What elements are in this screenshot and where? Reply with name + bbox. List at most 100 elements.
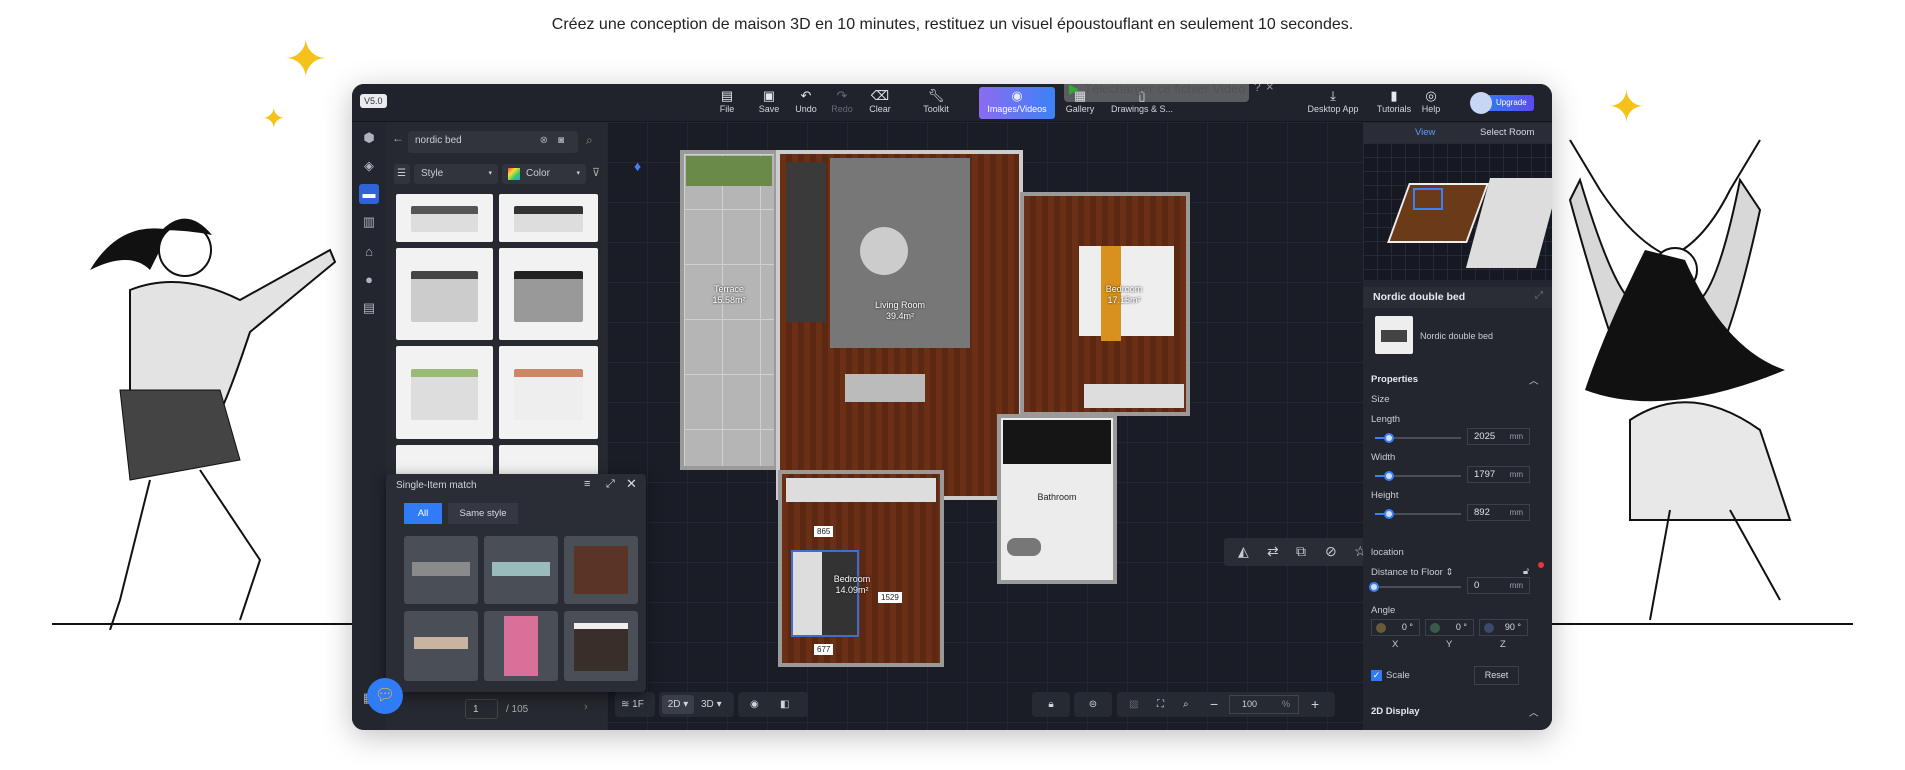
product-thumb[interactable] <box>499 346 598 439</box>
rail-build-icon[interactable]: ⬢ <box>359 128 379 148</box>
rail-door-icon[interactable]: ▥ <box>359 212 379 232</box>
width-input[interactable]: mm 1797 <box>1467 466 1530 483</box>
clear-search-icon[interactable]: ⊗ <box>540 131 548 151</box>
camera-search-icon[interactable]: ◙ <box>558 131 564 151</box>
room-bedroom-1[interactable]: Bedroom 17.15m² <box>1020 192 1190 416</box>
fit-icon[interactable]: ⛶ <box>1157 692 1164 717</box>
images-videos-button[interactable]: ◉ Images/Videos <box>979 88 1055 114</box>
match-item[interactable] <box>404 536 478 604</box>
dimension-label: 1529 <box>878 592 902 603</box>
rail-storage-icon[interactable]: ▤ <box>359 298 379 318</box>
floor-selector[interactable]: ≋ 1F <box>615 692 655 717</box>
clear-button[interactable]: ⌫ Clear <box>855 88 905 114</box>
view-mode-group: 2D ▾ 3D ▾ <box>659 692 734 717</box>
scale-checkbox[interactable]: ✓ <box>1371 670 1382 681</box>
match-item[interactable] <box>484 536 558 604</box>
distance-slider[interactable] <box>1369 582 1461 592</box>
search-icon[interactable]: ⌕ <box>586 133 593 148</box>
chat-support-button[interactable]: 💬︎ <box>367 678 403 714</box>
product-thumb[interactable] <box>396 346 493 439</box>
collapse-icon[interactable]: ︿ <box>1529 705 1539 719</box>
rail-furniture-icon[interactable]: ▬ <box>359 184 379 204</box>
expand-icon[interactable]: ⤢ <box>1535 290 1543 301</box>
dimension-label: 677 <box>814 644 834 655</box>
compass-icon[interactable]: ♦ <box>634 158 641 174</box>
3d-button[interactable]: 3D ▾ <box>701 692 722 717</box>
mirror-icon[interactable]: ◭ <box>1238 543 1249 560</box>
product-thumb[interactable] <box>499 194 598 242</box>
match-item[interactable] <box>564 611 638 681</box>
zoom-area-icon[interactable]: ⌕ <box>1183 692 1189 717</box>
item-thumbnail <box>1375 316 1413 354</box>
3d-preview[interactable] <box>1363 143 1552 280</box>
overlay-close[interactable]: × <box>1266 84 1274 94</box>
room-bedroom-2[interactable]: Bedroom 14.09m² 865 1529 677 <box>778 470 944 667</box>
product-thumb[interactable] <box>499 445 598 475</box>
unlock-icon[interactable]: 🔓︎ <box>1523 566 1529 577</box>
width-slider[interactable] <box>1375 471 1461 481</box>
swap-icon[interactable]: ⇄ <box>1267 543 1279 560</box>
style-dropdown[interactable]: Style ▾ <box>414 164 498 184</box>
tab-all[interactable]: All <box>404 503 442 524</box>
lock-view-button[interactable]: 🔒︎ <box>1032 692 1070 717</box>
search-input[interactable]: nordic bed ⊗ ◙ <box>408 131 578 153</box>
close-icon[interactable]: ✕ <box>626 476 637 492</box>
rail-user-icon[interactable]: ● <box>359 270 379 290</box>
reset-button[interactable]: Reset <box>1474 666 1519 685</box>
help-button[interactable]: ◎ Help <box>1411 88 1451 114</box>
angle-z-input[interactable]: 90 ° <box>1479 619 1528 636</box>
match-item[interactable] <box>484 611 558 681</box>
image-icon[interactable]: ▨ <box>1129 692 1138 717</box>
tab-same-style[interactable]: Same style <box>448 503 518 524</box>
length-slider[interactable] <box>1375 433 1461 443</box>
color-dropdown[interactable]: Color ▾ <box>502 164 586 184</box>
room-living[interactable]: Living Room 39.4m² <box>776 150 1023 500</box>
product-thumb[interactable] <box>396 194 493 242</box>
height-slider[interactable] <box>1375 509 1461 519</box>
toolkit-button[interactable]: 🔧︎ Toolkit <box>911 88 961 114</box>
next-page-icon[interactable]: › <box>584 701 588 713</box>
tab-select-room[interactable]: Select Room <box>1480 127 1534 138</box>
eye-icon[interactable]: ◉ <box>750 692 759 717</box>
wrench-icon: 🔧︎ <box>927 88 945 103</box>
floor-plan-canvas[interactable]: ♦ Terrace 15.58m² Living Room 39.4m² Bedro… <box>607 122 1457 730</box>
page-input[interactable]: 1 <box>465 699 498 719</box>
desktop-app-button[interactable]: ⤓ Desktop App <box>1303 88 1363 114</box>
zoom-input[interactable]: 100% <box>1229 695 1299 714</box>
tab-view[interactable]: View <box>1415 127 1435 138</box>
product-thumb[interactable] <box>396 445 493 475</box>
match-item[interactable] <box>404 611 478 681</box>
page-total: / 105 <box>506 704 529 715</box>
angle-y-input[interactable]: 0 ° <box>1425 619 1474 636</box>
filter-icon[interactable]: ⊽ <box>592 166 600 179</box>
sort-icon[interactable]: ☰ <box>394 164 410 184</box>
chat-icon: 💬︎ <box>374 687 396 704</box>
zoom-in-button[interactable]: + <box>1311 692 1319 717</box>
version-badge: V5.0 <box>360 94 387 108</box>
rail-home-icon[interactable]: ⌂ <box>359 242 379 262</box>
sort-icon[interactable]: ≡ <box>584 478 590 490</box>
toggle-button[interactable]: ⊜ <box>1074 692 1112 717</box>
hide-icon[interactable]: ⊘ <box>1325 543 1337 560</box>
duplicate-icon[interactable]: ⧉ <box>1296 543 1306 560</box>
overlay-help[interactable]: ? <box>1254 84 1261 94</box>
2d-button[interactable]: 2D ▾ <box>662 695 694 714</box>
zoom-out-button[interactable]: − <box>1210 692 1218 717</box>
avatar[interactable] <box>1470 92 1492 114</box>
distance-input[interactable]: mm 0 <box>1467 577 1530 594</box>
height-input[interactable]: mm 892 <box>1467 504 1530 521</box>
zoom-group: ▨ ⛶ ⌕ − 100% + <box>1117 692 1335 717</box>
cube-icon[interactable]: ◧ <box>780 692 789 717</box>
back-arrow-icon[interactable]: ← <box>392 131 404 145</box>
collapse-icon[interactable]: ︿ <box>1529 373 1539 387</box>
expand-icon[interactable]: ⤢ <box>606 478 615 491</box>
angle-x-input[interactable]: 0 ° <box>1371 619 1420 636</box>
download-video-overlay[interactable]: ▶ Télécharger ce fichier Vidéo <box>1064 84 1249 102</box>
room-bathroom[interactable]: Bathroom <box>997 414 1117 584</box>
rail-layers-icon[interactable]: ◈ <box>359 156 379 176</box>
product-thumb[interactable] <box>396 248 493 340</box>
product-thumb[interactable] <box>499 248 598 340</box>
match-item[interactable] <box>564 536 638 604</box>
room-terrace[interactable]: Terrace 15.58m² <box>680 150 778 470</box>
length-input[interactable]: mm 2025 <box>1467 428 1530 445</box>
